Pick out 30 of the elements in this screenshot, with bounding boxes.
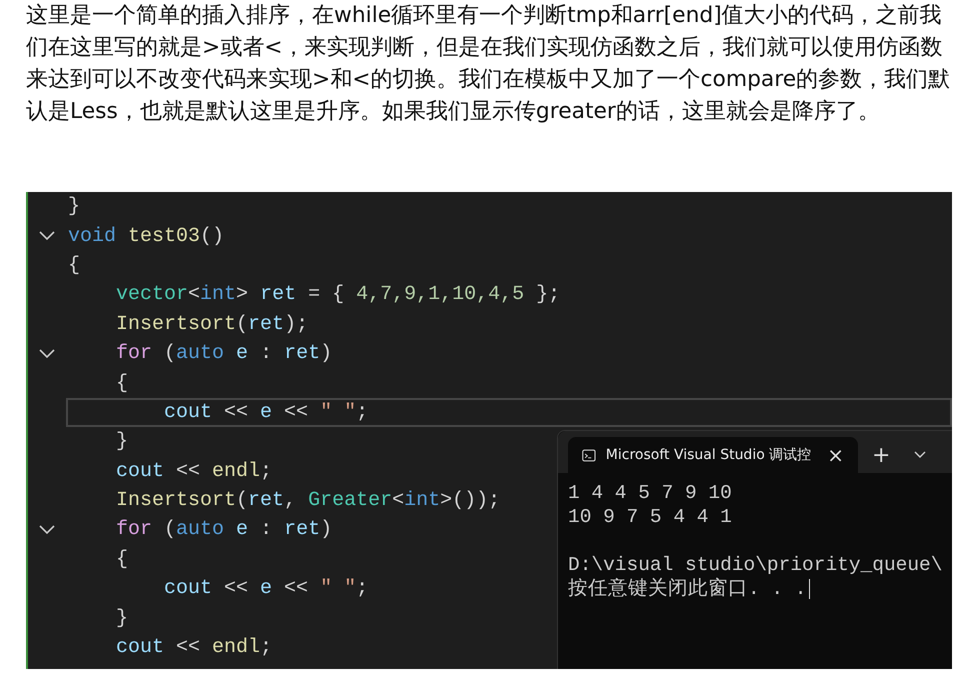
code-line: Insertsort(ret); (115, 312, 310, 338)
chevron-down-icon[interactable] (914, 451, 926, 459)
terminal-tab[interactable]: Microsoft Visual Studio 调试控 × (568, 437, 858, 473)
code-line: } (115, 429, 130, 456)
code-line: void test03() (67, 224, 226, 250)
code-line: cout << endl; (115, 458, 274, 485)
new-tab-button[interactable]: + (866, 437, 896, 473)
article-paragraph: 这里是一个简单的插入排序，在while循环里有一个判断tmp和arr[end]值大小的代码，之前我们在这里写的就是>或者<，来实现判断，但是在我们实现仿函数之后，我们就可以使用仿函数来达到可以不改变代码来实现>和<的切换。我们在模板中又加了一个compare的参数，我们默认是Less，也就是默认这里是升序。如果我们显示传greater的话，这里就会是降序了。 (25, 2, 952, 126)
console-output-line: 10 9 7 5 4 4 1 (568, 505, 732, 529)
code-line: { (67, 252, 82, 279)
code-line: } (115, 606, 130, 632)
tab-title: Microsoft Visual Studio 调试控 (606, 446, 812, 464)
fold-chevron-icon[interactable] (39, 231, 55, 242)
code-line: for (auto e : ret) (115, 341, 334, 368)
code-line: vector<int> ret = { 4,7,9,1,10,4,5 }; (115, 282, 562, 308)
console-output-line: 按任意键关闭此窗口. . . (568, 577, 807, 601)
console-output-line: D:\visual studio\priority_queue\ (568, 553, 942, 577)
code-line: for (auto e : ret) (115, 517, 334, 544)
code-line: Insertsort(ret, Greater<int>()); (115, 488, 502, 514)
close-tab-button[interactable]: × (821, 443, 850, 467)
fold-chevron-icon[interactable] (39, 348, 55, 359)
code-line: { (115, 546, 130, 573)
code-line: } (67, 194, 82, 220)
text-cursor (808, 579, 810, 599)
console-output-line: 1 4 4 5 7 9 10 (568, 481, 732, 505)
code-line: cout << e << " "; (163, 576, 370, 602)
code-line: cout << endl; (115, 635, 274, 662)
console-icon (582, 448, 596, 462)
code-line: { (115, 370, 130, 397)
fold-chevron-icon[interactable] (39, 524, 55, 535)
